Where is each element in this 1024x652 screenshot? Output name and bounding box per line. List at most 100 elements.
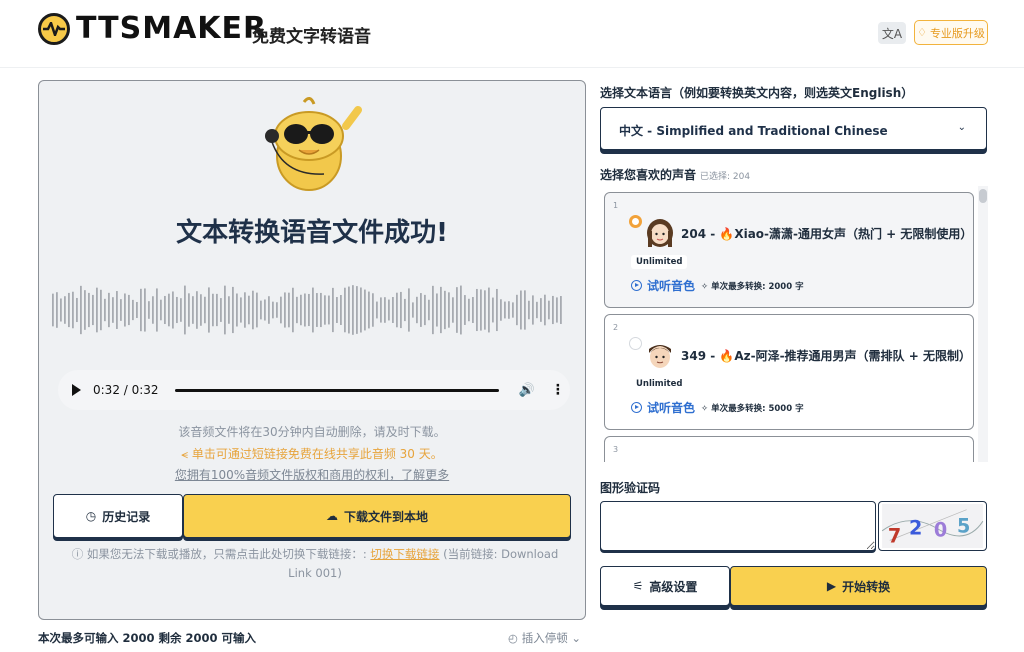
start-convert-button[interactable]: ▶ 开始转换 <box>730 566 987 606</box>
male-avatar-icon <box>649 345 671 368</box>
waveform-bar <box>384 297 386 323</box>
success-title: 文本转换语音文件成功! <box>176 218 448 248</box>
voice-selected-hint: 已选择: 204 <box>700 172 751 182</box>
waveform-bar <box>340 295 342 325</box>
cloud-download-icon: ☁ <box>325 509 338 523</box>
waveform-bar <box>324 295 326 325</box>
waveform-bar <box>524 290 526 330</box>
waveform-bar <box>436 293 438 327</box>
listen-button[interactable]: 试听音色 <box>631 399 695 416</box>
waveform-bar <box>56 292 58 328</box>
switch-link-note: ⓘ 如果您无法下载或播放，只需点击此处切换下载链接：: 切换下载链接 (当前链接… <box>71 547 559 580</box>
waveform-bar <box>112 297 114 323</box>
waveform-bar <box>308 293 310 327</box>
waveform-bar <box>396 292 398 328</box>
voice-card[interactable]: 2 349 - 🔥Az-阿泽-推荐通用男声（需排队 + 无限制） Unlimit… <box>604 314 974 430</box>
voice-radio[interactable] <box>629 337 642 350</box>
waveform-bar <box>216 293 218 327</box>
max-chars: ✧ 单次最多转换: 5000 字 <box>701 404 804 414</box>
voice-card[interactable]: 1 204 - 🔥Xiao-潇潇-通用女声（热门 + 无限制使用） Unlimi… <box>604 192 974 308</box>
waveform-bar <box>140 288 142 332</box>
history-button[interactable]: ◷ 历史记录 <box>53 494 183 538</box>
waveform-bar <box>176 296 178 324</box>
waveform-bar <box>468 298 470 322</box>
waveform-bar <box>356 286 358 334</box>
waveform-bar <box>420 293 422 327</box>
waveform-bar <box>92 294 94 326</box>
play-circle-icon <box>631 280 642 291</box>
waveform-bar <box>244 292 246 328</box>
waveform-bar <box>348 286 350 334</box>
waveform-bar <box>344 287 346 333</box>
sparkle-icon: ✧ <box>701 404 709 414</box>
more-options-icon[interactable]: ⋮ <box>551 382 565 398</box>
waveform-bar <box>100 289 102 331</box>
waveform-bar <box>60 298 62 322</box>
play-circle-icon: ▶ <box>826 579 837 593</box>
waveform-bar <box>472 297 474 323</box>
audio-waveform <box>52 285 562 335</box>
waveform-bar <box>536 301 538 319</box>
language-select[interactable]: 中文 - Simplified and Traditional Chinese … <box>600 107 987 150</box>
translate-icon[interactable]: 文A <box>878 22 906 44</box>
logo-text: TTSMAKER <box>76 11 268 46</box>
waveform-bar <box>432 285 434 335</box>
waveform-bar <box>252 290 254 330</box>
play-icon[interactable] <box>72 384 81 396</box>
waveform-bar <box>372 293 374 327</box>
waveform-bar <box>360 287 362 333</box>
waveform-bar <box>412 302 414 318</box>
waveform-bar <box>512 302 514 318</box>
waveform-bar <box>548 300 550 320</box>
voice-card[interactable]: 3 <box>604 436 974 462</box>
advanced-settings-button[interactable]: ⚟ 高级设置 <box>600 566 730 606</box>
volume-icon[interactable]: 🔊 <box>519 383 535 398</box>
waveform-bar <box>304 293 306 327</box>
audio-player[interactable]: 0:32 / 0:32 🔊 ⋮ <box>58 370 570 410</box>
waveform-bar <box>336 297 338 323</box>
waveform-bar <box>516 294 518 326</box>
captcha-char: 0 <box>934 519 947 542</box>
waveform-bar <box>128 294 130 326</box>
captcha-input[interactable] <box>600 501 876 551</box>
scrollbar-thumb[interactable] <box>979 189 987 203</box>
waveform-bar <box>440 286 442 334</box>
waveform-bar <box>68 292 70 328</box>
share-link[interactable]: ⪪ 单击可通过短链接免费在线共享此音频 30 天。 <box>38 445 586 462</box>
waveform-bar <box>104 298 106 322</box>
insert-pause-button[interactable]: ◴ 插入停顿 ⌄ <box>508 630 581 646</box>
waveform-bar <box>408 288 410 332</box>
waveform-bar <box>116 291 118 329</box>
timer-icon: ◴ <box>508 631 519 645</box>
waveform-bar <box>376 301 378 319</box>
share-icon: ⪪ <box>181 447 189 461</box>
voice-list-scrollbar[interactable] <box>978 186 988 462</box>
switch-download-link[interactable]: 切换下载链接 <box>370 547 439 561</box>
listen-button[interactable]: 试听音色 <box>631 277 695 294</box>
captcha-char: 5 <box>957 515 970 538</box>
waveform-bar <box>208 287 210 333</box>
download-button[interactable]: ☁ 下载文件到本地 <box>183 494 571 538</box>
waveform-bar <box>448 292 450 328</box>
waveform-bar <box>232 286 234 334</box>
copyright-link[interactable]: 您拥有100%音频文件版权和商用的权利，了解更多 <box>38 466 586 483</box>
pro-upgrade-button[interactable]: ♢ 专业版升级 <box>914 20 988 45</box>
waveform-bar <box>480 289 482 331</box>
voice-index: 3 <box>613 445 619 454</box>
max-chars: ✧ 单次最多转换: 2000 字 <box>701 282 804 292</box>
waveform-bar <box>552 295 554 325</box>
voice-radio[interactable] <box>629 215 642 228</box>
waveform-bar <box>188 293 190 327</box>
waveform-bar <box>80 285 82 335</box>
unlimited-badge: Unlimited <box>631 377 688 391</box>
audio-progress-bar[interactable] <box>174 388 499 392</box>
waveform-bar <box>124 293 126 327</box>
waveform-bar <box>484 290 486 330</box>
logo-wave-icon <box>38 13 70 45</box>
waveform-bar <box>532 295 534 325</box>
site-logo[interactable]: TTSMAKER <box>38 12 267 46</box>
waveform-bar <box>220 298 222 322</box>
auto-delete-notice: 该音频文件将在30分钟内自动删除，请及时下载。 <box>178 425 446 439</box>
captcha-image[interactable]: 7 2 0 5 <box>878 501 987 551</box>
waveform-bar <box>388 299 390 321</box>
